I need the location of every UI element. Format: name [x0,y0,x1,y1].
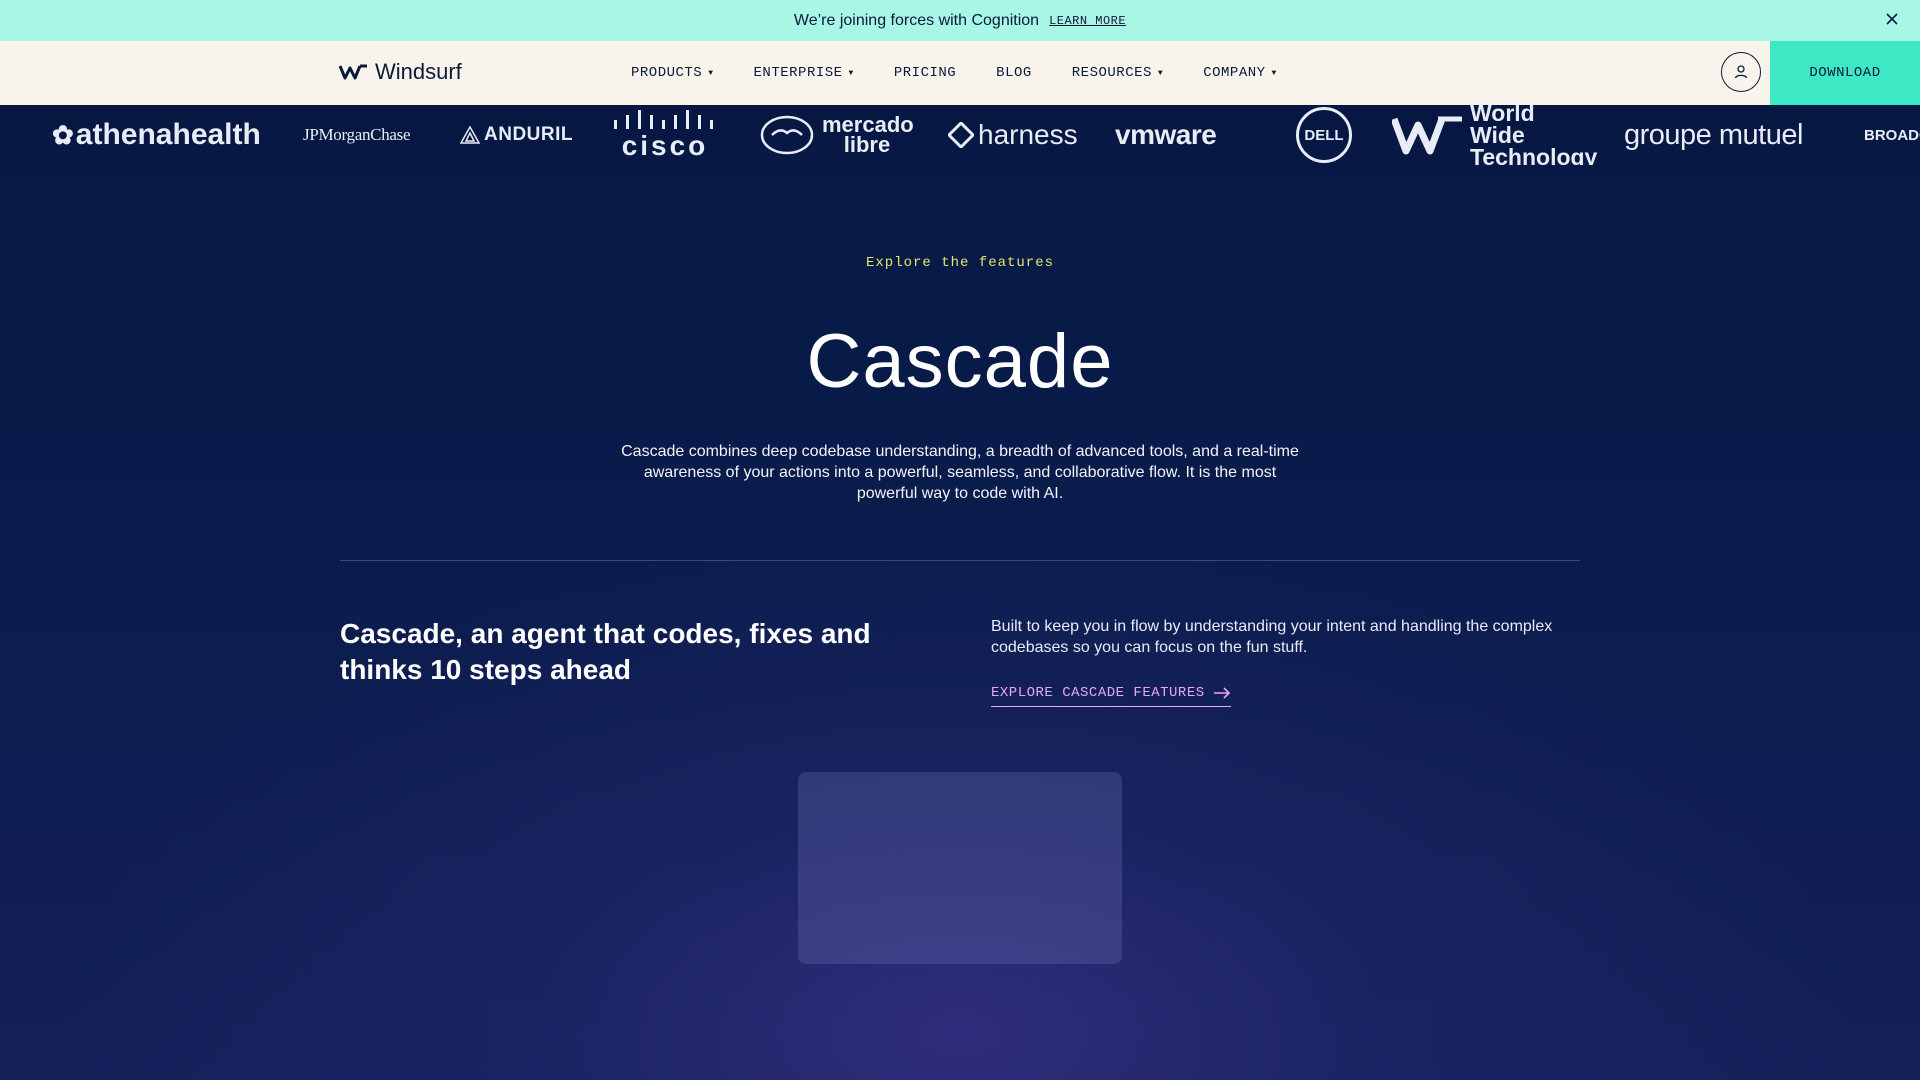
feature-body: Built to keep you in flow by understandi… [991,618,1553,656]
feature-headline: Cascade, an agent that codes, fixes and … [340,618,871,685]
cisco-logo: CISCO [612,105,718,165]
harness-logo: harness [948,105,1078,165]
user-icon [1734,65,1748,79]
explore-cascade-link[interactable]: EXPLORE CASCADE FEATURES [991,685,1231,707]
jpmorganchase-logo: JPMorganChase [303,125,411,144]
nav-label: PRODUCTS [631,65,703,81]
chevron-down-icon: ▼ [1271,68,1277,78]
learn-more-link[interactable]: LEARN MORE [1049,14,1126,28]
hero-description: Cascade combines deep codebase understan… [621,443,1299,502]
vmware-logo: vmware [1115,119,1217,150]
announcement-banner: We’re joining forces with Cognition LEAR… [0,0,1920,41]
download-button[interactable]: DOWNLOAD [1770,41,1920,105]
chevron-down-icon: ▼ [1157,68,1164,78]
groupe-mutuel-logo: groupe mutuel [1624,118,1803,151]
feature-preview-card [798,772,1122,964]
nav-label: COMPANY [1203,65,1266,81]
nav-blog[interactable]: BLOG [996,65,1032,81]
nav-pricing[interactable]: PRICING [894,65,956,81]
nav-label: ENTERPRISE [753,65,843,81]
windsurf-logo-icon [339,64,367,80]
banner-text: We’re joining forces with Cognition [793,11,1040,29]
athenahealth-logo: ✿ athenahealth [52,118,261,151]
customer-logo-strip: ✿ athenahealth JPMorganChase ANDURIL CISC… [0,105,1920,165]
nav-label: BLOG [996,65,1032,81]
nav-enterprise[interactable]: ENTERPRISE ▼ [754,65,854,81]
page-title: Cascade [806,319,1114,404]
close-icon[interactable] [1882,9,1902,29]
explore-cascade-label: EXPLORE CASCADE FEATURES [991,685,1205,701]
chevron-down-icon: ▼ [708,68,714,78]
dell-logo: DELL [1296,105,1352,165]
broadcom-logo: BROADCOM [1864,126,1920,144]
nav-label: RESOURCES [1071,65,1152,81]
arrow-right-icon [1213,687,1230,699]
anduril-logo: ANDURIL [460,105,573,165]
nav-label: PRICING [893,65,957,81]
windsurf-logo[interactable]: Windsurf [339,59,462,85]
section-eyebrow: Explore the features [865,255,1055,271]
nav-links: PRODUCTS ▼ ENTERPRISE ▼ PRICING BLOG RES… [631,41,1317,105]
world-wide-technology-logo: World Wide Technology [1392,105,1597,165]
account-button[interactable] [1721,52,1761,92]
nav-company[interactable]: COMPANY ▼ [1203,65,1277,81]
nav-products[interactable]: PRODUCTS ▼ [631,65,714,81]
chevron-down-icon: ▼ [848,68,854,78]
mercado-libre-logo: mercado libre [760,105,914,165]
nav-resources[interactable]: RESOURCES ▼ [1072,65,1163,81]
section-divider [340,560,1580,561]
logo-text: Windsurf [375,59,462,84]
top-nav: Windsurf PRODUCTS ▼ ENTERPRISE ▼ PRICING… [0,41,1920,105]
